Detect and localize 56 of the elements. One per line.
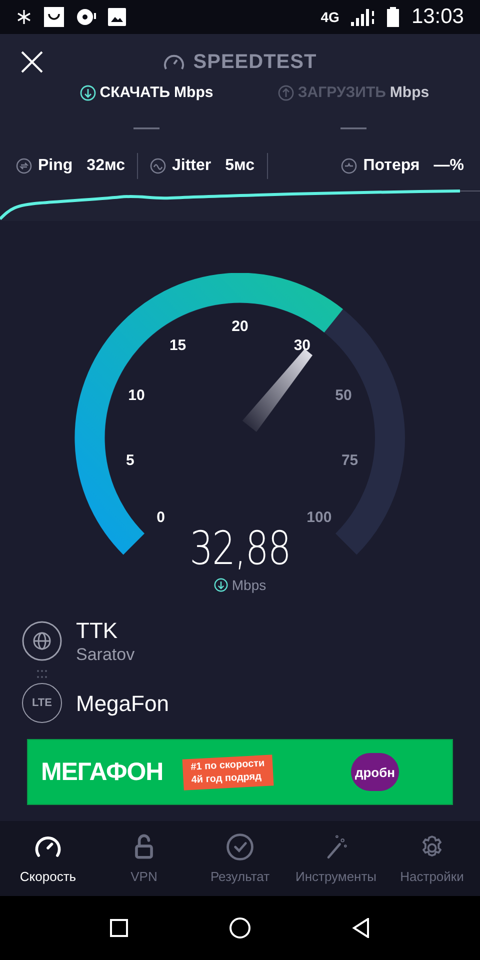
- gauge-tick-label: 5: [126, 451, 134, 468]
- ad-banner[interactable]: МЕГАФОН #1 по скорости 4й год подряд дробн: [27, 739, 453, 806]
- gauge-tick-label: 30: [294, 336, 311, 354]
- gauge-icon: [163, 53, 186, 71]
- gauge-tick-label: 20: [232, 318, 248, 334]
- recent-apps-button[interactable]: [110, 919, 128, 937]
- battery-icon: [387, 7, 400, 27]
- snowflake-icon: [16, 9, 32, 25]
- speed-reading: 32,88: [190, 524, 290, 570]
- disc-icon: [76, 8, 96, 26]
- jitter-icon: [150, 158, 166, 174]
- close-button[interactable]: [20, 50, 44, 74]
- download-icon: [80, 85, 96, 102]
- home-button[interactable]: [228, 917, 251, 939]
- upload-icon: [278, 85, 294, 102]
- loss-icon: [341, 158, 358, 174]
- image-icon: [108, 8, 126, 26]
- stat-label: Jitter: [172, 156, 212, 176]
- stat-value: 5мс: [225, 156, 255, 176]
- stat-label: Потеря: [363, 156, 420, 176]
- server-location: Saratov: [76, 644, 135, 666]
- stat-value: —%: [434, 156, 464, 176]
- ad-brand: МЕГАФОН: [41, 756, 163, 788]
- tab-item[interactable]: Настройки: [384, 821, 480, 896]
- provider-name: MegaFon: [76, 690, 169, 718]
- gauge-tick-label: 0: [156, 508, 165, 526]
- back-button[interactable]: [352, 918, 370, 938]
- app-title: SPEEDTEST: [193, 50, 317, 75]
- lte-badge: LTE: [22, 683, 62, 724]
- gauge-tick-label: 100: [306, 508, 332, 526]
- download-icon: [214, 578, 228, 592]
- speed-unit: Mbps: [232, 576, 266, 595]
- ad-button: дробн: [351, 753, 399, 792]
- speed-value: —: [134, 112, 160, 138]
- stat-value: 32мс: [86, 156, 125, 176]
- ad-tagline: #1 по скорости 4й год подряд: [182, 754, 274, 790]
- gauge-tick-label: 15: [169, 336, 186, 354]
- tab-item[interactable]: Инструменты: [288, 821, 384, 896]
- globe-icon: [22, 620, 62, 661]
- network-type: 4G: [320, 8, 340, 26]
- gauge-tick-label: 50: [335, 386, 352, 404]
- dotted-connector: [37, 670, 47, 678]
- speed-value: —: [340, 112, 366, 138]
- gauge-tick-label: 10: [128, 386, 145, 404]
- tab-item[interactable]: Скорость: [0, 821, 96, 896]
- gauge-tick-label: 75: [341, 451, 358, 468]
- shopping-bag-icon: [44, 7, 64, 27]
- server-name: TTK: [76, 616, 119, 644]
- check-circle-icon: [224, 830, 256, 863]
- stat-label: Ping: [38, 156, 73, 176]
- ping-icon: [16, 158, 32, 174]
- signal-icon: [351, 8, 376, 26]
- mode-tab[interactable]: СКАЧАТЬ Mbps: [80, 82, 214, 104]
- tab-item[interactable]: Результат: [192, 821, 288, 896]
- tab-item[interactable]: VPN: [96, 821, 192, 896]
- clock: 13:03: [411, 4, 464, 30]
